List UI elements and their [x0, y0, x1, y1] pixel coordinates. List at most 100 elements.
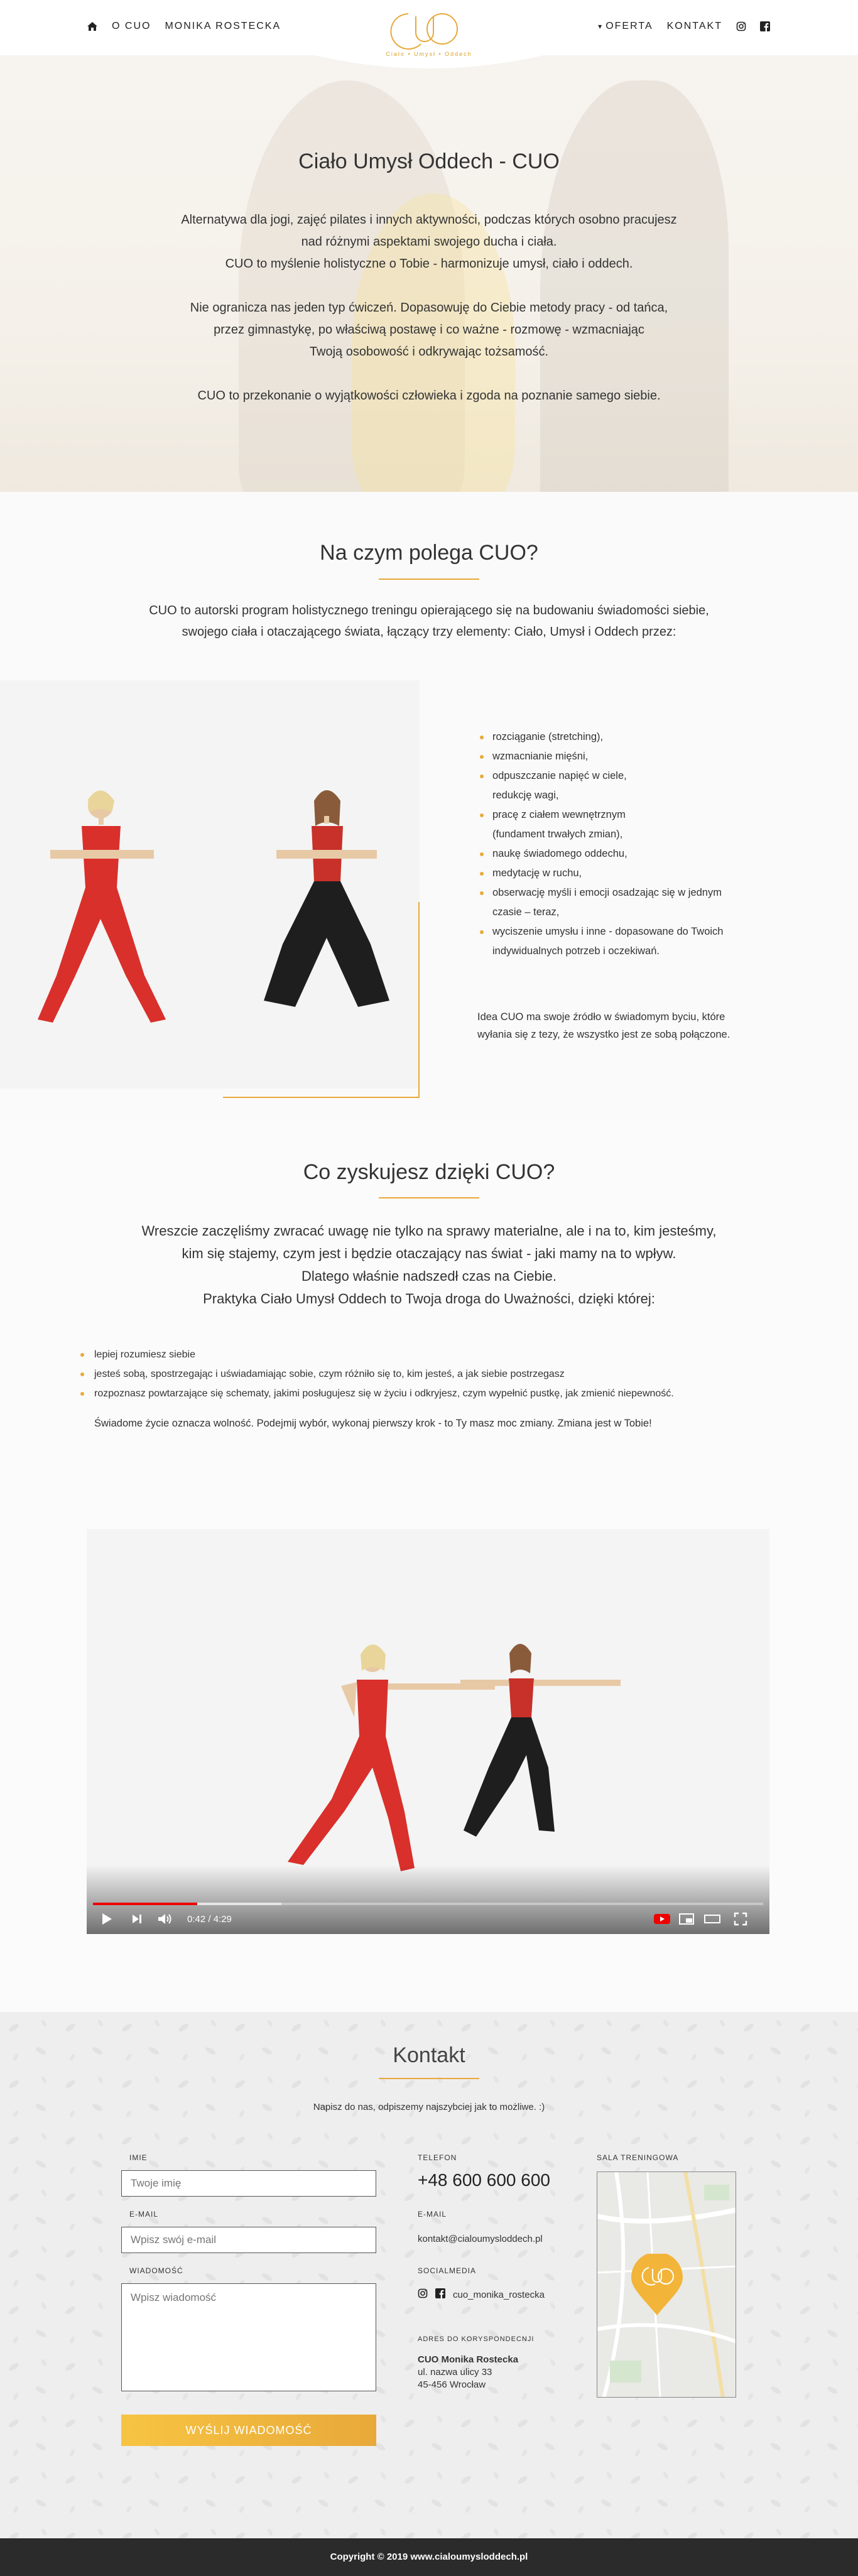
- chevron-down-icon: ▾: [598, 22, 604, 31]
- hero-line: Twoją osobowość i odkrywając tożsamość.: [309, 345, 549, 359]
- nav-right: ▾ OFERTA KONTAKT: [598, 21, 770, 32]
- map-pin-icon[interactable]: [630, 2252, 684, 2320]
- phone-number[interactable]: +48 600 600 600: [418, 2170, 550, 2190]
- theater-mode-button[interactable]: [703, 1910, 721, 1928]
- home-icon[interactable]: [87, 21, 98, 31]
- send-message-button[interactable]: WYŚLIJ WIADOMOŚĆ: [121, 2415, 376, 2446]
- nav-item-monika-rostecka[interactable]: MONIKA ROSTECKA: [165, 21, 281, 32]
- play-icon: [102, 1913, 112, 1925]
- list-item-text: wzmacnianie mięśni,: [492, 751, 589, 762]
- contact-section: Kontakt Napisz do nas, odpiszemy najszyb…: [0, 2012, 858, 2538]
- hero-line: CUO to myślenie holistyczne o Tobie - ha…: [225, 257, 633, 271]
- list-item-text: (fundament trwałych zmian),: [492, 829, 623, 840]
- section-title: Co zyskujesz dzięki CUO?: [303, 1160, 555, 1184]
- list-item: rozciąganie (stretching),: [477, 727, 754, 747]
- contact-email-link[interactable]: kontakt@cialoumysloddech.pl: [418, 2234, 543, 2244]
- next-button[interactable]: [131, 1910, 143, 1928]
- address-label: ADRES DO KORYSPONDECNJI: [418, 2335, 535, 2343]
- contact-subtitle: Napisz do nas, odpiszemy najszybciej jak…: [313, 2102, 545, 2112]
- list-item: rozpoznasz powtarzające się schematy, ja…: [78, 1384, 794, 1403]
- list-item-text: wyciszenie umysłu i inne - dopasowane do…: [492, 926, 724, 937]
- site-header: O CUO MONIKA ROSTECKA Ciało • Umysł • Od…: [0, 0, 858, 57]
- phone-label: TELEFON: [418, 2153, 457, 2162]
- list-item-text: redukcję wagi,: [492, 790, 559, 801]
- fullscreen-icon: [734, 1912, 747, 1926]
- social-label: SOCIALMEDIA: [418, 2266, 477, 2275]
- dancers-illustration: [38, 790, 389, 1023]
- section-outro: Świadome życie oznacza wolność. Podejmij…: [94, 1418, 652, 1429]
- map[interactable]: [597, 2171, 736, 2398]
- list-item-text: medytację w ruchu,: [492, 867, 582, 879]
- photo-frame-bottom-line: [223, 1097, 420, 1098]
- section-what-is-cuo: Na czym polega CUO? CUO to autorski prog…: [0, 492, 858, 1120]
- hero-line: CUO to przekonanie o wyjątkowości człowi…: [197, 389, 661, 403]
- fullscreen-button[interactable]: [734, 1910, 747, 1928]
- hero-text: Alternatywa dla jogi, zajęć pilates i in…: [146, 209, 712, 429]
- dancers-photo: [0, 680, 420, 1089]
- list-item: lepiej rozumiesz siebie: [78, 1345, 794, 1364]
- hero-line: przez gimnastykę, po właściwą postawę i …: [214, 323, 644, 337]
- name-label: IMIE: [129, 2153, 148, 2162]
- video-player[interactable]: 0:42 / 4:29: [87, 1529, 769, 1934]
- contact-email-label: E-MAIL: [418, 2210, 447, 2219]
- intro-line: Praktyka Ciało Umysł Oddech to Twoja dro…: [203, 1291, 655, 1307]
- address-street: ul. nazwa ulicy 33: [418, 2367, 492, 2378]
- nav-item-kontakt[interactable]: KONTAKT: [667, 21, 722, 32]
- section-outro: Idea CUO ma swoje źródło w świadomym byc…: [477, 1008, 754, 1043]
- youtube-button[interactable]: [653, 1910, 671, 1928]
- nav-left: O CUO MONIKA ROSTECKA: [87, 21, 281, 32]
- hero-section: Ciało Umysł Oddech - CUO Alternatywa dla…: [0, 55, 858, 492]
- list-item-text: indywidualnych potrzeb i oczekiwań.: [492, 945, 660, 957]
- hero-line: nad różnymi aspektami swojego ducha i ci…: [301, 235, 557, 249]
- instagram-icon[interactable]: [736, 21, 746, 31]
- email-field[interactable]: [121, 2227, 376, 2253]
- hero-line: Alternatywa dla jogi, zajęć pilates i in…: [181, 213, 677, 227]
- section-title: Na czym polega CUO?: [320, 541, 538, 565]
- instagram-icon[interactable]: [418, 2288, 428, 2302]
- nav-item-o-cuo[interactable]: O CUO: [112, 21, 151, 32]
- email-label: E-MAIL: [129, 2210, 159, 2219]
- nav-item-oferta[interactable]: ▾ OFERTA: [598, 21, 653, 32]
- list-item-text: pracę z ciałem wewnętrznym: [492, 809, 626, 820]
- map-label: SALA TRENINGOWA: [597, 2153, 679, 2162]
- list-item: odpuszczanie napięć w ciele, redukcję wag…: [477, 766, 754, 805]
- facebook-icon[interactable]: [435, 2288, 445, 2302]
- social-links: cuo_monika_rostecka: [418, 2288, 545, 2302]
- hero-paragraph: Alternatywa dla jogi, zajęć pilates i in…: [146, 209, 712, 275]
- list-item: wzmacnianie mięśni,: [477, 747, 754, 766]
- name-field[interactable]: [121, 2170, 376, 2197]
- list-item: naukę świadomego oddechu,: [477, 844, 754, 864]
- intro-line: CUO to autorski program holistycznego tr…: [149, 604, 709, 617]
- volume-icon: [158, 1914, 171, 1924]
- photo-frame-right-line: [418, 902, 420, 1098]
- list-item: wyciszenie umysłu i inne - dopasowane do…: [477, 922, 754, 961]
- intro-line: swojego ciała i otaczającego świata, łąc…: [182, 625, 676, 639]
- logo-mark: [390, 13, 458, 50]
- outro-line: wyłania się z tezy, że wszystko jest ze …: [477, 1029, 730, 1040]
- hero-paragraph: CUO to przekonanie o wyjątkowości człowi…: [146, 385, 712, 407]
- section-title-underline: [379, 2078, 479, 2079]
- section-title-underline: [379, 579, 479, 580]
- feature-list: rozciąganie (stretching), wzmacnianie mi…: [477, 727, 754, 961]
- skip-next-icon: [133, 1915, 141, 1923]
- hero-paragraph: Nie ogranicza nas jeden typ ćwiczeń. Dop…: [146, 297, 712, 363]
- video-progress-fill: [93, 1903, 198, 1905]
- contact-title: Kontakt: [393, 2043, 465, 2067]
- message-field[interactable]: [121, 2283, 376, 2391]
- volume-button[interactable]: [157, 1910, 173, 1928]
- video-progress-bar[interactable]: [93, 1903, 763, 1905]
- theater-icon: [704, 1915, 720, 1923]
- list-item-text: czasie – teraz,: [492, 906, 560, 918]
- captions-button[interactable]: [678, 1910, 695, 1928]
- play-button[interactable]: [100, 1910, 113, 1928]
- site-logo[interactable]: Ciało • Umysł • Oddech: [383, 8, 475, 64]
- outro-line: Idea CUO ma swoje źródło w świadomym byc…: [477, 1011, 725, 1023]
- instagram-handle[interactable]: cuo_monika_rostecka: [453, 2290, 545, 2300]
- logo-tagline: Ciało • Umysł • Oddech: [386, 51, 472, 57]
- footer: Copyright © 2019 www.cialoumysloddech.pl: [0, 2538, 858, 2576]
- intro-line: kim się stajemy, czym jest i będzie otac…: [182, 1246, 676, 1261]
- footer-copyright: Copyright © 2019 www.cialoumysloddech.pl: [330, 2552, 528, 2562]
- facebook-icon[interactable]: [760, 21, 770, 31]
- section-intro: CUO to autorski program holistycznego tr…: [115, 600, 743, 643]
- section-title-underline: [379, 1197, 479, 1198]
